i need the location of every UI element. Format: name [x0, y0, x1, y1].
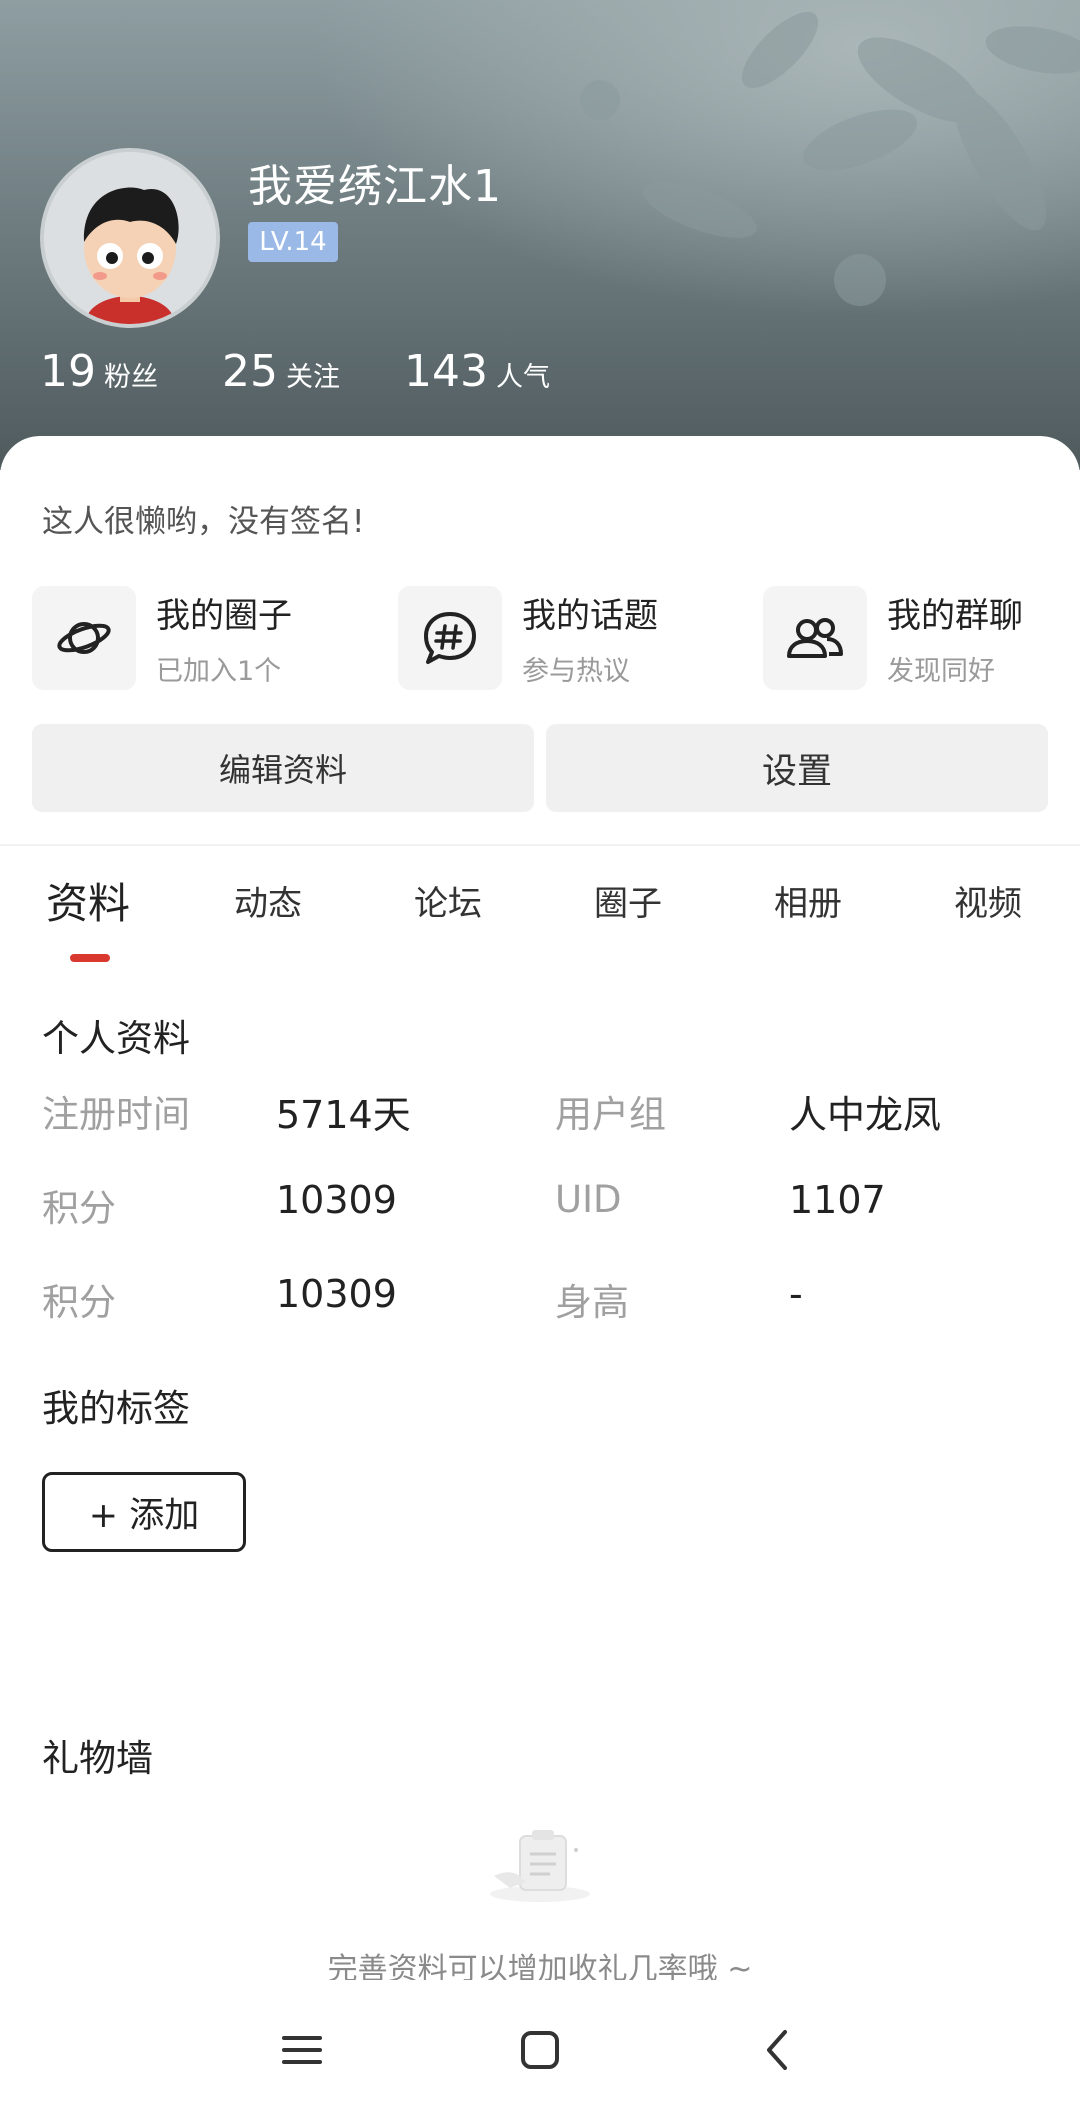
active-tab-indicator	[70, 954, 110, 962]
tab-videos[interactable]: 视频	[954, 876, 1022, 925]
info-value: 5714天	[276, 1093, 411, 1137]
info-value: 1107	[789, 1178, 886, 1222]
avatar[interactable]	[40, 148, 220, 328]
stats-row: 19 粉丝 25 关注 143 人气	[40, 346, 614, 397]
info-label: 积分	[42, 1281, 116, 1324]
home-icon[interactable]	[510, 2020, 570, 2080]
profile-card: 这人很懒哟，没有签名! 我的圈子 已加入1个 我的话题 参与热议 我的群聊 发现…	[0, 436, 1080, 2112]
stat-number: 19	[40, 346, 96, 397]
profile-header: 我爱绣江水1 LV.14 19 粉丝 25 关注 143 人气	[0, 0, 1080, 470]
info-label: 身高	[555, 1281, 629, 1324]
info-label: UID	[555, 1178, 622, 1221]
shortcut-subtitle: 参与热议	[522, 656, 630, 687]
cartoon-avatar-image	[44, 152, 216, 324]
shortcut-my-topics[interactable]: 我的话题 参与热议	[398, 586, 658, 690]
settings-button[interactable]: 设置	[546, 724, 1048, 812]
shortcut-my-group-chats[interactable]: 我的群聊 发现同好	[763, 586, 1023, 690]
my-tags-title: 我的标签	[42, 1387, 190, 1430]
stat-label: 人气	[495, 362, 550, 393]
floral-background	[580, 11, 1080, 306]
info-label: 积分	[42, 1187, 116, 1230]
shortcut-title: 我的话题	[522, 596, 658, 636]
tab-profile[interactable]: 资料	[46, 870, 130, 931]
shortcut-subtitle: 发现同好	[887, 656, 995, 687]
info-label: 用户组	[555, 1093, 666, 1136]
empty-gift-icon	[480, 1816, 600, 1910]
stat-number: 143	[404, 346, 488, 397]
level-badge: LV.14	[248, 222, 338, 262]
menu-icon[interactable]	[272, 2020, 332, 2080]
username: 我爱绣江水1	[248, 161, 502, 212]
shortcut-my-circles[interactable]: 我的圈子 已加入1个	[32, 586, 292, 690]
info-value: 人中龙凤	[789, 1093, 942, 1137]
signature-text: 这人很懒哟，没有签名!	[42, 504, 365, 540]
stat-followers[interactable]: 19 粉丝	[40, 346, 158, 397]
stat-label: 粉丝	[104, 362, 158, 393]
divider	[0, 844, 1080, 846]
stat-popularity[interactable]: 143 人气	[404, 346, 550, 397]
tab-bar: 资料 动态 论坛 圈子 相册 视频	[0, 876, 1080, 966]
shortcut-title: 我的圈子	[156, 596, 292, 636]
back-icon[interactable]	[748, 2020, 808, 2080]
group-people-icon	[763, 586, 867, 690]
tab-activity[interactable]: 动态	[234, 876, 302, 925]
tab-forum[interactable]: 论坛	[414, 876, 482, 925]
info-label: 注册时间	[42, 1093, 190, 1136]
info-value: -	[789, 1272, 803, 1316]
shortcut-title: 我的群聊	[887, 596, 1023, 636]
stat-following[interactable]: 25 关注	[222, 346, 340, 397]
add-tag-button[interactable]: + 添加	[42, 1472, 246, 1552]
info-value: 10309	[276, 1178, 397, 1222]
shortcut-subtitle: 已加入1个	[156, 656, 282, 687]
tab-circles[interactable]: 圈子	[594, 876, 662, 925]
edit-profile-button[interactable]: 编辑资料	[32, 724, 534, 812]
stat-label: 关注	[286, 362, 340, 393]
gift-wall-title: 礼物墙	[42, 1737, 153, 1780]
info-value: 10309	[276, 1272, 397, 1316]
planet-icon	[32, 586, 136, 690]
hashtag-chat-icon	[398, 586, 502, 690]
system-nav-bar	[0, 1980, 1080, 2112]
stat-number: 25	[222, 346, 278, 397]
personal-info-title: 个人资料	[42, 1017, 190, 1060]
tab-albums[interactable]: 相册	[774, 876, 842, 925]
